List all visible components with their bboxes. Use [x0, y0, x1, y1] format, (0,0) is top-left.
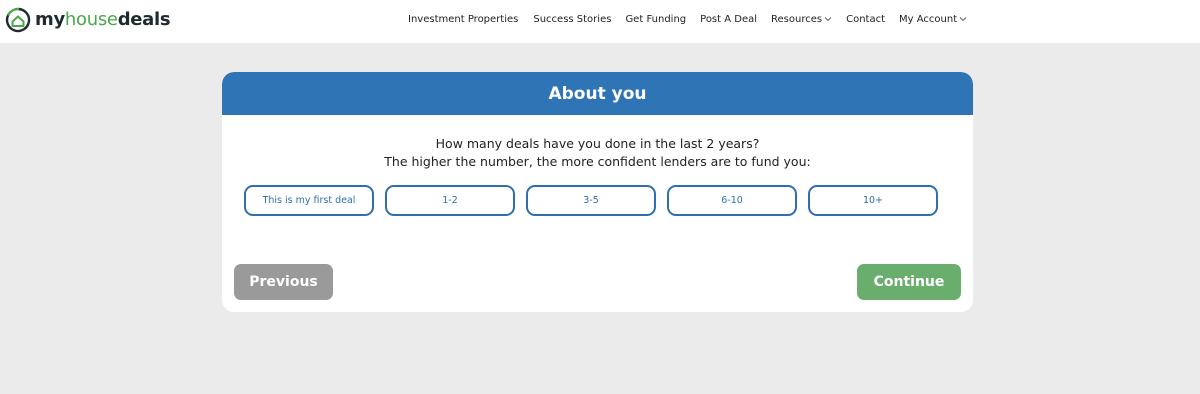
- nav-label: Investment Properties: [408, 13, 519, 25]
- logo-deals: deals: [117, 9, 171, 30]
- option-6-10[interactable]: 6-10: [667, 185, 797, 216]
- site-logo[interactable]: myhousedeals: [5, 7, 171, 33]
- nav-item-resources[interactable]: Resources: [771, 14, 832, 25]
- nav-label: My Account: [899, 13, 958, 25]
- nav-item-investment-properties[interactable]: Investment Properties: [408, 14, 518, 25]
- option-1-2[interactable]: 1-2: [385, 185, 515, 216]
- nav-label: Resources: [771, 13, 823, 25]
- continue-button[interactable]: Continue: [857, 264, 961, 300]
- option-first-deal[interactable]: This is my first deal: [244, 185, 374, 216]
- question-text: How many deals have you done in the last…: [222, 135, 973, 171]
- card-header: About you: [222, 72, 973, 115]
- nav-label: Contact: [846, 13, 886, 25]
- card-title: About you: [548, 83, 647, 104]
- nav-item-get-funding[interactable]: Get Funding: [625, 14, 686, 25]
- logo-wordmark: myhousedeals: [35, 9, 171, 30]
- option-3-5[interactable]: 3-5: [526, 185, 656, 216]
- question-line-1: How many deals have you done in the last…: [435, 136, 760, 151]
- previous-button[interactable]: Previous: [234, 264, 333, 300]
- nav-item-success-stories[interactable]: Success Stories: [533, 14, 611, 25]
- deal-count-options: This is my first deal 1-2 3-5 6-10 10+: [244, 185, 938, 216]
- nav-label: Post A Deal: [700, 13, 758, 25]
- option-10-plus[interactable]: 10+: [808, 185, 938, 216]
- chevron-down-icon: [959, 17, 967, 22]
- nav-label: Get Funding: [625, 13, 687, 25]
- nav-item-contact[interactable]: Contact: [846, 14, 885, 25]
- chevron-down-icon: [824, 17, 832, 22]
- question-line-2: The higher the number, the more confiden…: [384, 154, 811, 169]
- nav-item-my-account[interactable]: My Account: [899, 14, 967, 25]
- house-circle-logo-icon: [5, 7, 31, 33]
- logo-my: my: [35, 9, 65, 30]
- site-header: myhousedeals Investment Properties Succe…: [0, 0, 1200, 43]
- logo-house: house: [64, 9, 118, 30]
- about-you-card: About you How many deals have you done i…: [222, 72, 973, 312]
- nav-label: Success Stories: [533, 13, 612, 25]
- nav-item-post-a-deal[interactable]: Post A Deal: [700, 14, 757, 25]
- main-nav: Investment Properties Success Stories Ge…: [408, 12, 967, 26]
